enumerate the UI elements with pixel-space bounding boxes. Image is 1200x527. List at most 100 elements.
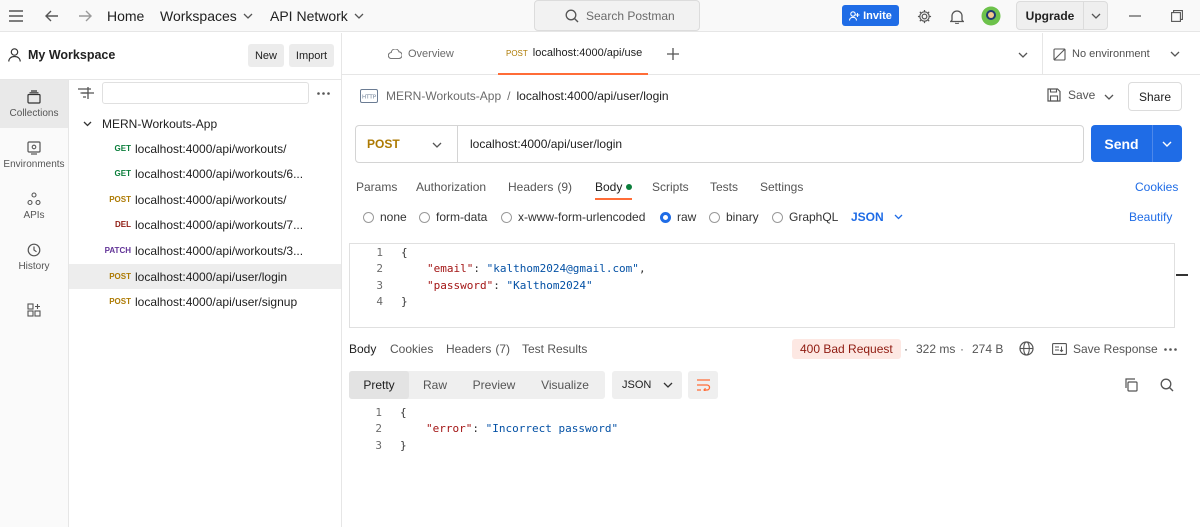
tab-response-body[interactable]: Body	[349, 340, 376, 358]
new-button[interactable]: New	[248, 44, 284, 67]
gear-icon[interactable]	[917, 0, 932, 32]
tab-test-results[interactable]: Test Results	[522, 340, 587, 358]
avatar[interactable]	[981, 0, 1001, 32]
sidebar-item-environments[interactable]: Environments	[0, 131, 68, 179]
send-button[interactable]: Send	[1091, 125, 1182, 162]
http-icon: HTTP	[360, 89, 378, 103]
list-item[interactable]: GET localhost:4000/api/workouts/	[69, 136, 341, 161]
response-time[interactable]: 322 ms	[916, 340, 955, 358]
response-body-viewer[interactable]: 1 { 2 "error": "Incorrect password" 3 }	[349, 404, 1175, 454]
radio-circle	[419, 211, 430, 223]
save-button[interactable]: Save	[1047, 88, 1095, 102]
resize-handle[interactable]	[1176, 274, 1188, 276]
filter-icon[interactable]	[78, 88, 91, 98]
tab-scripts[interactable]: Scripts	[652, 175, 689, 199]
chevron-down-icon[interactable]	[1091, 13, 1101, 19]
api-network-menu[interactable]: API Network	[270, 0, 364, 32]
response-size[interactable]: 274 B	[972, 340, 1003, 358]
menu-icon[interactable]	[9, 0, 23, 32]
beautify-link[interactable]: Beautify	[1129, 208, 1172, 226]
sidebar-item-collections[interactable]: Collections	[0, 80, 68, 128]
request-body-editor[interactable]: 1 { 2 "email": "kalthom2024@gmail.com", …	[349, 243, 1188, 328]
list-item[interactable]: POST localhost:4000/api/user/signup	[69, 289, 341, 314]
code-text: "email": "kalthom2024@gmail.com",	[427, 261, 646, 275]
wrap-lines-button[interactable]	[688, 371, 718, 399]
tab-response-headers[interactable]: Headers (7)	[446, 340, 510, 358]
code-text: "error": "Incorrect password"	[426, 421, 619, 435]
code-text: "password": "Kalthom2024"	[427, 278, 593, 292]
more-icon[interactable]	[317, 92, 330, 95]
bell-icon[interactable]	[950, 0, 964, 32]
search-input[interactable]: Search Postman	[534, 0, 700, 31]
tab-params[interactable]: Params	[356, 175, 397, 199]
tab-visualize[interactable]: Visualize	[527, 371, 603, 399]
chevron-down-icon[interactable]	[1018, 52, 1028, 58]
radio-graphql[interactable]: GraphQL	[772, 208, 838, 226]
radio-raw[interactable]: raw	[660, 208, 696, 226]
cookies-link[interactable]: Cookies	[1135, 175, 1178, 199]
radio-none[interactable]: none	[363, 208, 407, 226]
home-link[interactable]: Home	[107, 0, 144, 32]
forward-arrow-icon[interactable]	[78, 0, 92, 32]
tab-pretty[interactable]: Pretty	[349, 371, 409, 399]
sidebar-item-history[interactable]: History	[0, 233, 68, 281]
save-label: Save	[1068, 88, 1096, 102]
chevron-down-icon[interactable]	[1104, 94, 1114, 100]
search-icon[interactable]	[1160, 378, 1174, 392]
more-icon[interactable]	[1164, 348, 1177, 351]
status-badge[interactable]: 400 Bad Request	[792, 339, 901, 359]
invite-button[interactable]: Invite	[842, 5, 899, 26]
breadcrumb-collection[interactable]: MERN-Workouts-App	[386, 89, 501, 103]
list-item[interactable]: PATCH localhost:4000/api/workouts/3...	[69, 238, 341, 263]
method-badge: POST	[109, 195, 131, 204]
tab-authorization[interactable]: Authorization	[416, 175, 486, 199]
list-item[interactable]: GET localhost:4000/api/workouts/6...	[69, 161, 341, 186]
restore-icon[interactable]	[1171, 0, 1183, 32]
tab-headers[interactable]: Headers (9)	[508, 175, 572, 199]
radio-circle	[501, 211, 512, 223]
chevron-down-icon[interactable]	[1162, 141, 1172, 147]
list-item[interactable]: DEL localhost:4000/api/workouts/7...	[69, 212, 341, 237]
environment-select[interactable]: No environment	[1042, 33, 1200, 75]
add-tab-icon[interactable]	[667, 48, 679, 60]
response-format-select[interactable]: JSON	[612, 371, 682, 399]
send-divider	[1152, 125, 1153, 162]
minimize-icon[interactable]	[1129, 0, 1141, 32]
no-environment-icon	[1053, 47, 1066, 61]
tab-body[interactable]: Body	[595, 175, 633, 200]
globe-icon[interactable]	[1019, 341, 1034, 356]
back-arrow-icon[interactable]	[45, 0, 59, 32]
invite-label: Invite	[863, 9, 892, 22]
method-select[interactable]: POST	[356, 126, 458, 162]
save-response-button[interactable]: Save Response	[1052, 340, 1158, 358]
tab-tests[interactable]: Tests	[710, 175, 738, 199]
import-button[interactable]: Import	[289, 44, 334, 67]
tab-raw[interactable]: Raw	[409, 371, 461, 399]
sidebar-item-add-widgets[interactable]	[0, 286, 68, 334]
filter-input[interactable]	[78, 82, 309, 104]
collection-folder[interactable]: MERN-Workouts-App	[69, 111, 341, 136]
tab-overview[interactable]: Overview	[388, 33, 454, 75]
request-url: localhost:4000/api/user/signup	[135, 294, 298, 309]
radio-urlencoded[interactable]: x-www-form-urlencoded	[501, 208, 645, 226]
sidebar-item-apis[interactable]: APIs	[0, 182, 68, 230]
list-item[interactable]: POST localhost:4000/api/workouts/	[69, 187, 341, 212]
radio-binary[interactable]: binary	[709, 208, 759, 226]
history-icon	[27, 243, 41, 256]
share-button[interactable]: Share	[1128, 82, 1182, 111]
workspaces-menu[interactable]: Workspaces	[160, 0, 253, 32]
tab-preview[interactable]: Preview	[461, 371, 527, 399]
body-language-select[interactable]: JSON	[851, 208, 903, 226]
line-number: 1	[375, 405, 382, 419]
upgrade-button[interactable]: Upgrade	[1016, 1, 1108, 30]
copy-icon[interactable]	[1124, 378, 1138, 392]
sidebar-rail: Collections Environments APIs History	[0, 80, 69, 527]
tab-settings[interactable]: Settings	[760, 175, 803, 199]
radio-form-data[interactable]: form-data	[419, 208, 487, 226]
tab-label: Body	[595, 179, 623, 194]
list-item[interactable]: POST localhost:4000/api/user/login	[69, 264, 341, 289]
line-number: 1	[376, 245, 383, 259]
url-input[interactable]: localhost:4000/api/user/login	[458, 137, 622, 151]
tab-active-request[interactable]: POST localhost:4000/api/use	[498, 33, 648, 75]
tab-response-cookies[interactable]: Cookies	[390, 340, 433, 358]
